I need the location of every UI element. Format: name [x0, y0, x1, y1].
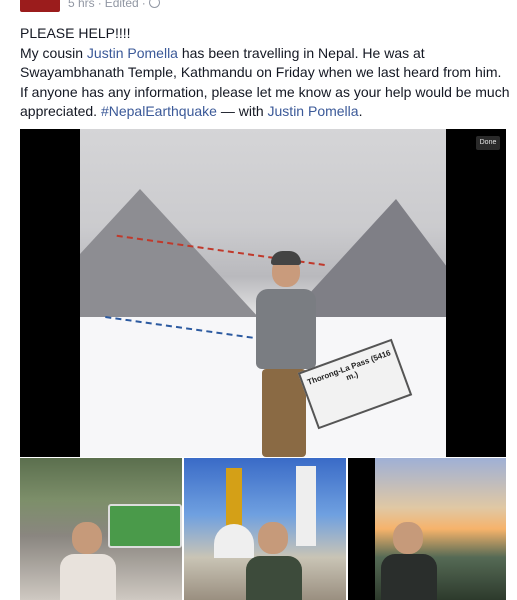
thumbnail-sunset-photo[interactable]	[348, 458, 506, 600]
thumbnail-bus-photo[interactable]	[20, 458, 182, 600]
mention-link[interactable]: Justin Pomella	[87, 45, 178, 61]
main-photo-viewer[interactable]: Thorong-La Pass (5416 m.) Done	[20, 129, 506, 457]
temple-tower	[296, 466, 316, 546]
thumbnail-temple-photo[interactable]	[184, 458, 346, 600]
hiker-jacket	[256, 289, 316, 369]
hiker	[250, 251, 320, 457]
separator: ·	[97, 0, 102, 10]
post-body: My cousin Justin Pomella has been travel…	[20, 44, 510, 122]
timestamp[interactable]: 5 hrs	[68, 0, 95, 10]
person-shirt	[381, 554, 437, 600]
post-header: 5 hrs · Edited ·	[20, 0, 320, 14]
edited-label[interactable]: Edited	[105, 0, 139, 10]
stupa	[214, 468, 254, 558]
tagged-link[interactable]: Justin Pomella	[268, 103, 359, 119]
sunset-landscape	[375, 458, 506, 600]
person-shirt	[246, 556, 302, 600]
body-end: .	[358, 103, 363, 119]
person-shirt	[60, 554, 116, 600]
hiker-hat	[271, 251, 301, 265]
post-text: PLEASE HELP!!!! My cousin Justin Pomella…	[20, 24, 510, 122]
body-text: My cousin	[20, 44, 87, 61]
post-headline: PLEASE HELP!!!!	[20, 25, 131, 41]
photo-thumbnails	[20, 458, 506, 600]
hashtag-link[interactable]: #NepalEarthquake	[101, 103, 217, 119]
stupa-spire	[226, 468, 242, 528]
person-face	[393, 522, 423, 554]
post-meta: 5 hrs · Edited ·	[68, 0, 160, 10]
done-button[interactable]: Done	[476, 136, 500, 150]
main-photo[interactable]: Thorong-La Pass (5416 m.)	[80, 129, 446, 457]
person-face	[258, 522, 288, 554]
avatar[interactable]	[20, 0, 60, 12]
hiker-legs	[262, 369, 306, 457]
separator: ·	[141, 0, 146, 10]
globe-icon[interactable]	[148, 0, 160, 8]
person-face	[72, 522, 102, 554]
bus	[108, 504, 182, 548]
stupa-dome	[214, 524, 254, 558]
with-text: — with	[216, 103, 268, 119]
